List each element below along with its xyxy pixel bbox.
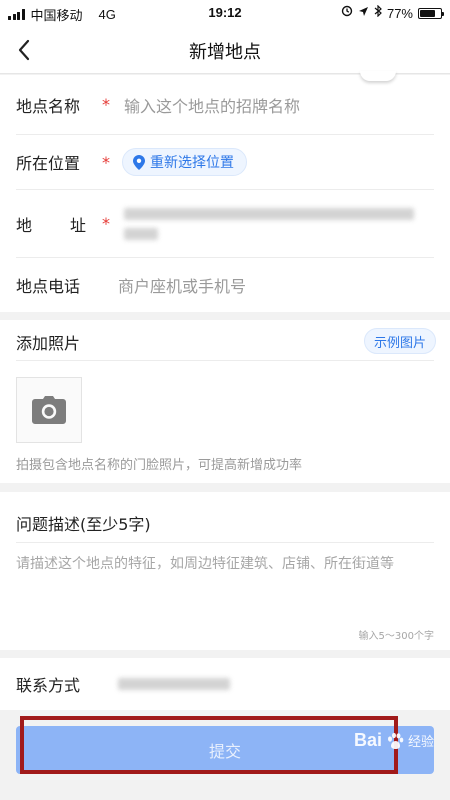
location-label: 所在位置 [16,154,81,173]
description-divider [16,542,434,543]
bluetooth-icon [374,4,382,21]
address-label: 地 址 [16,212,86,236]
watermark-sub: 经验 [407,734,434,749]
description-textarea[interactable]: 请描述这个地点的特征，如周边特征建筑、店铺、所在街道等 [16,553,434,575]
phone-row: 地点电话 商户座机或手机号 [16,258,434,312]
map-pin-icon [133,154,145,170]
location-arrow-icon [358,6,369,21]
reselect-location-button[interactable]: 重新选择位置 [122,148,247,176]
photo-hint: 拍摄包含地点名称的门脸照片，可提高新增成功率 [16,458,303,473]
address-input-redacted[interactable] [124,207,434,240]
description-card: 问题描述(至少5字) 请描述这个地点的特征，如周边特征建筑、店铺、所在街道等 输… [0,492,450,650]
status-bar: 中国移动 4G 19:12 77% [0,0,450,26]
photo-card: 添加照片 示例图片 拍摄包含地点名称的门脸照片，可提高新增成功率 [0,320,450,483]
address-row: 地 址 * [16,190,434,258]
page-title: 新增地点 [189,42,261,63]
add-photo-button[interactable] [16,377,82,443]
paw-icon [387,732,404,749]
submit-area: 提交 [0,710,450,800]
description-title: 问题描述(至少5字) [16,515,151,534]
camera-icon [32,396,66,424]
basic-info-card: 地点名称 * 输入这个地点的招牌名称 所在位置 * 重新选择位置 地 址 * 地… [0,71,450,312]
address-label-char: 地 [16,215,33,235]
contact-row: 联系方式 [16,658,434,710]
required-mark: * [102,95,110,114]
name-label: 地点名称 [16,96,81,116]
battery-percent: 77% [386,5,413,21]
address-label-char: 址 [69,215,86,235]
status-right: 77% [341,4,444,21]
name-row: 地点名称 * 输入这个地点的招牌名称 [16,75,434,135]
watermark-text: Bai [353,730,382,750]
contact-label: 联系方式 [16,676,81,695]
contact-input-redacted[interactable] [118,678,230,690]
photo-section-title: 添加照片 [16,334,81,353]
char-counter: 输入5～300个字 [358,631,434,642]
example-photo-button[interactable]: 示例图片 [363,328,436,354]
screen-lock-icon [341,5,353,21]
name-input[interactable]: 输入这个地点的招牌名称 [124,93,300,117]
reselect-location-label: 重新选择位置 [150,155,234,171]
required-mark: * [102,214,110,233]
required-mark: * [102,152,110,172]
battery-icon [418,7,444,19]
contact-card: 联系方式 [0,658,450,710]
baidu-watermark: Bai 经验 [354,730,434,751]
photo-divider [16,360,434,361]
nav-bar: 新增地点 [0,26,450,74]
location-row: 所在位置 * 重新选择位置 [16,135,434,190]
phone-input[interactable]: 商户座机或手机号 [118,273,246,297]
phone-label: 地点电话 [16,277,81,296]
